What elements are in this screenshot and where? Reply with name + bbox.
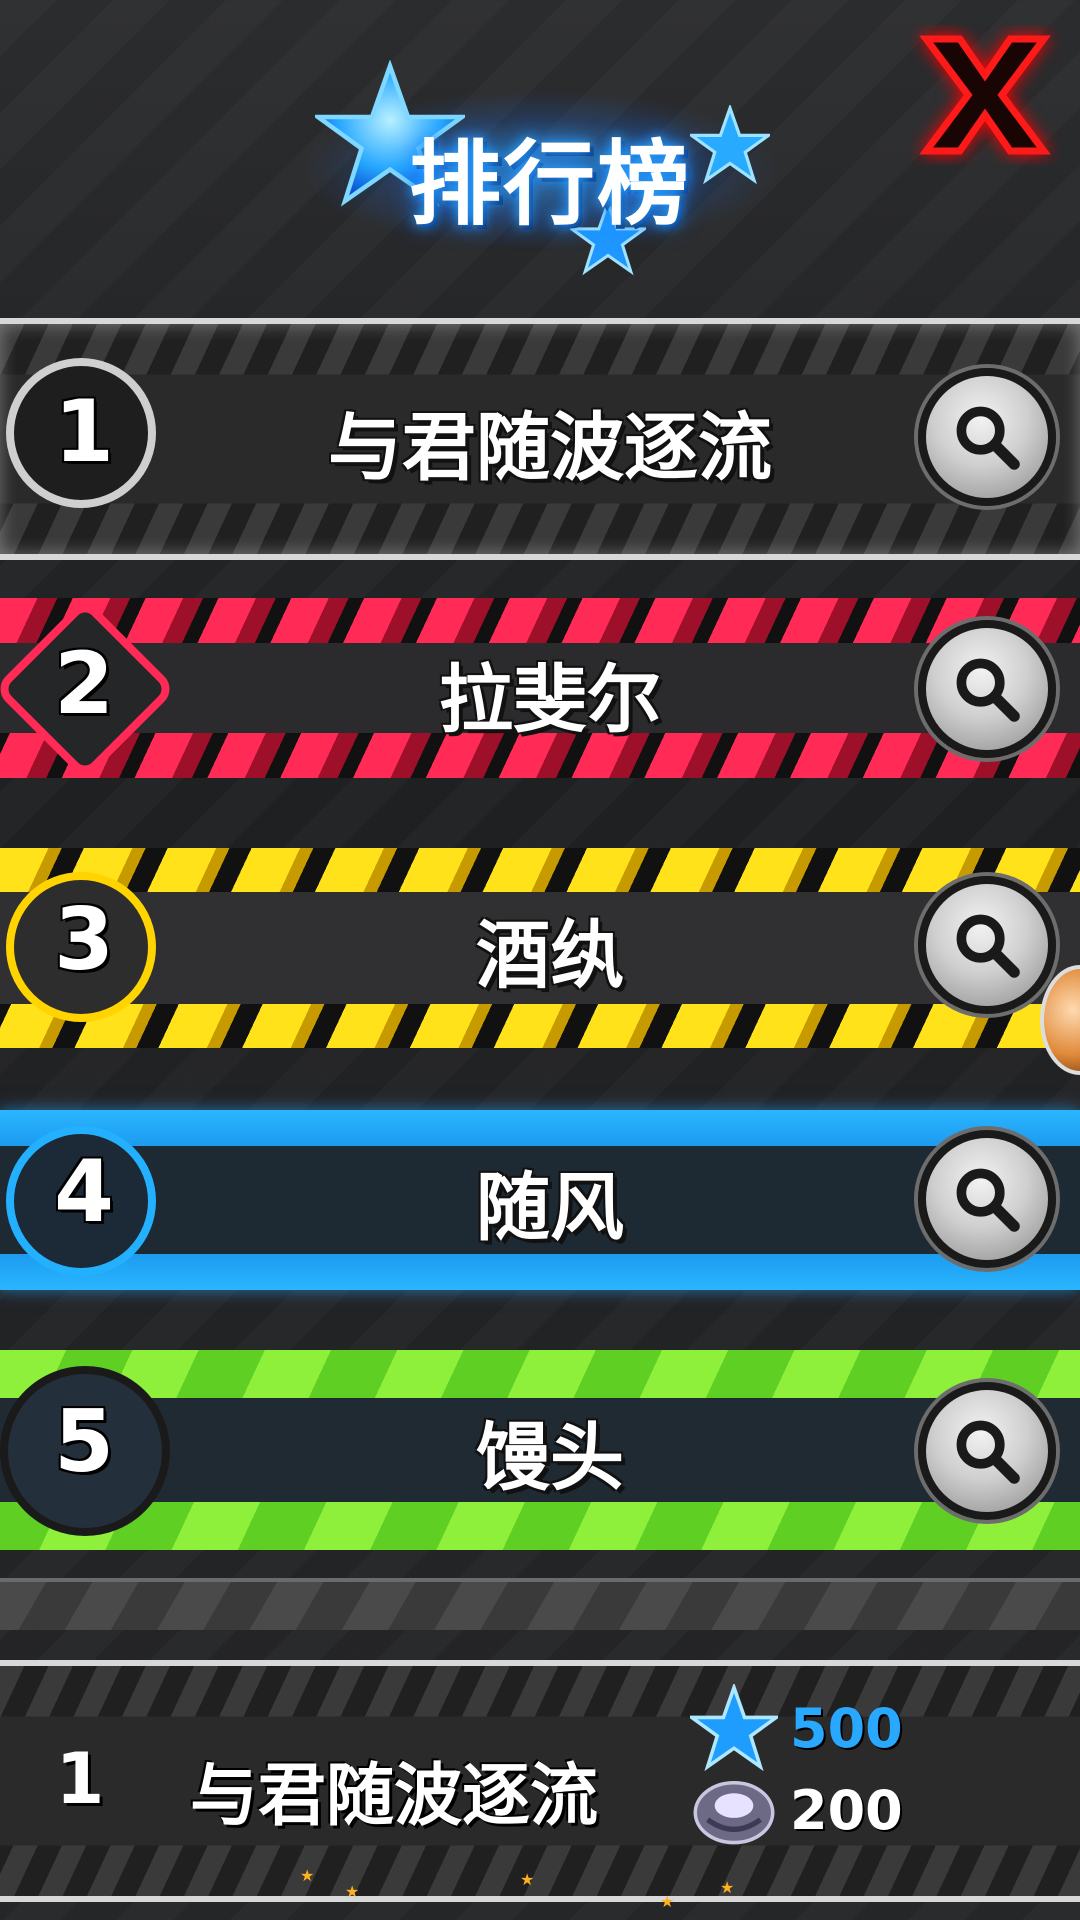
magnifier-icon [956,658,1020,722]
leaderboard-row[interactable]: 5 馒头 [0,1330,1080,1570]
view-player-button[interactable] [918,1130,1056,1268]
sparkle-icon: ★ [300,1866,315,1885]
view-player-button[interactable] [918,620,1056,758]
player-name: 馒头 [476,1415,624,1501]
close-button[interactable] [905,20,1065,170]
rank-number: 2 [54,634,114,734]
my-rank-panel: 1 与君随波逐流 500 200 ★ ★ ★ ★ ★ [0,1630,1080,1920]
page-title: 排行榜 [408,131,691,238]
magnifier-icon [956,406,1020,470]
close-x-icon [919,35,1051,155]
leaderboard-row[interactable]: 2 拉斐尔 [0,578,1080,798]
magnifier-icon [956,1420,1020,1484]
player-name: 拉斐尔 [439,657,661,743]
leaderboard-row[interactable]: 1 与君随波逐流 [0,318,1080,560]
player-name: 酒纨 [476,913,624,999]
sparkle-icon: ★ [720,1878,735,1897]
stars-value: 500 [790,1696,903,1760]
stones-value: 200 [790,1778,903,1842]
magnifier-icon [956,1168,1020,1232]
leaderboard-row[interactable]: 4 随风 [0,1080,1080,1320]
rank-number: 5 [54,1392,114,1492]
my-player-name: 与君随波逐流 [190,1757,599,1836]
divider [0,1578,1080,1630]
sparkle-icon: ★ [345,1882,360,1901]
my-rank-number: 1 [55,1738,105,1820]
rank-number: 4 [54,1142,114,1242]
player-name: 随风 [476,1165,624,1251]
blue-star-icon [690,1684,778,1772]
magnifier-icon [956,914,1020,978]
view-player-button[interactable] [918,368,1056,506]
rank-number: 3 [54,890,114,990]
view-player-button[interactable] [918,876,1056,1014]
leaderboard-row[interactable]: 3 酒纨 [0,828,1080,1068]
header: 排行榜 [0,0,1080,300]
sparkle-icon: ★ [520,1870,535,1889]
stones-stat: 200 [690,1770,930,1850]
player-name: 与君随波逐流 [328,405,772,491]
stars-stat: 500 [690,1684,930,1772]
rank-number: 1 [54,382,114,482]
view-player-button[interactable] [918,1382,1056,1520]
crystal-stone-icon [693,1780,775,1845]
sparkle-icon: ★ [660,1892,675,1911]
